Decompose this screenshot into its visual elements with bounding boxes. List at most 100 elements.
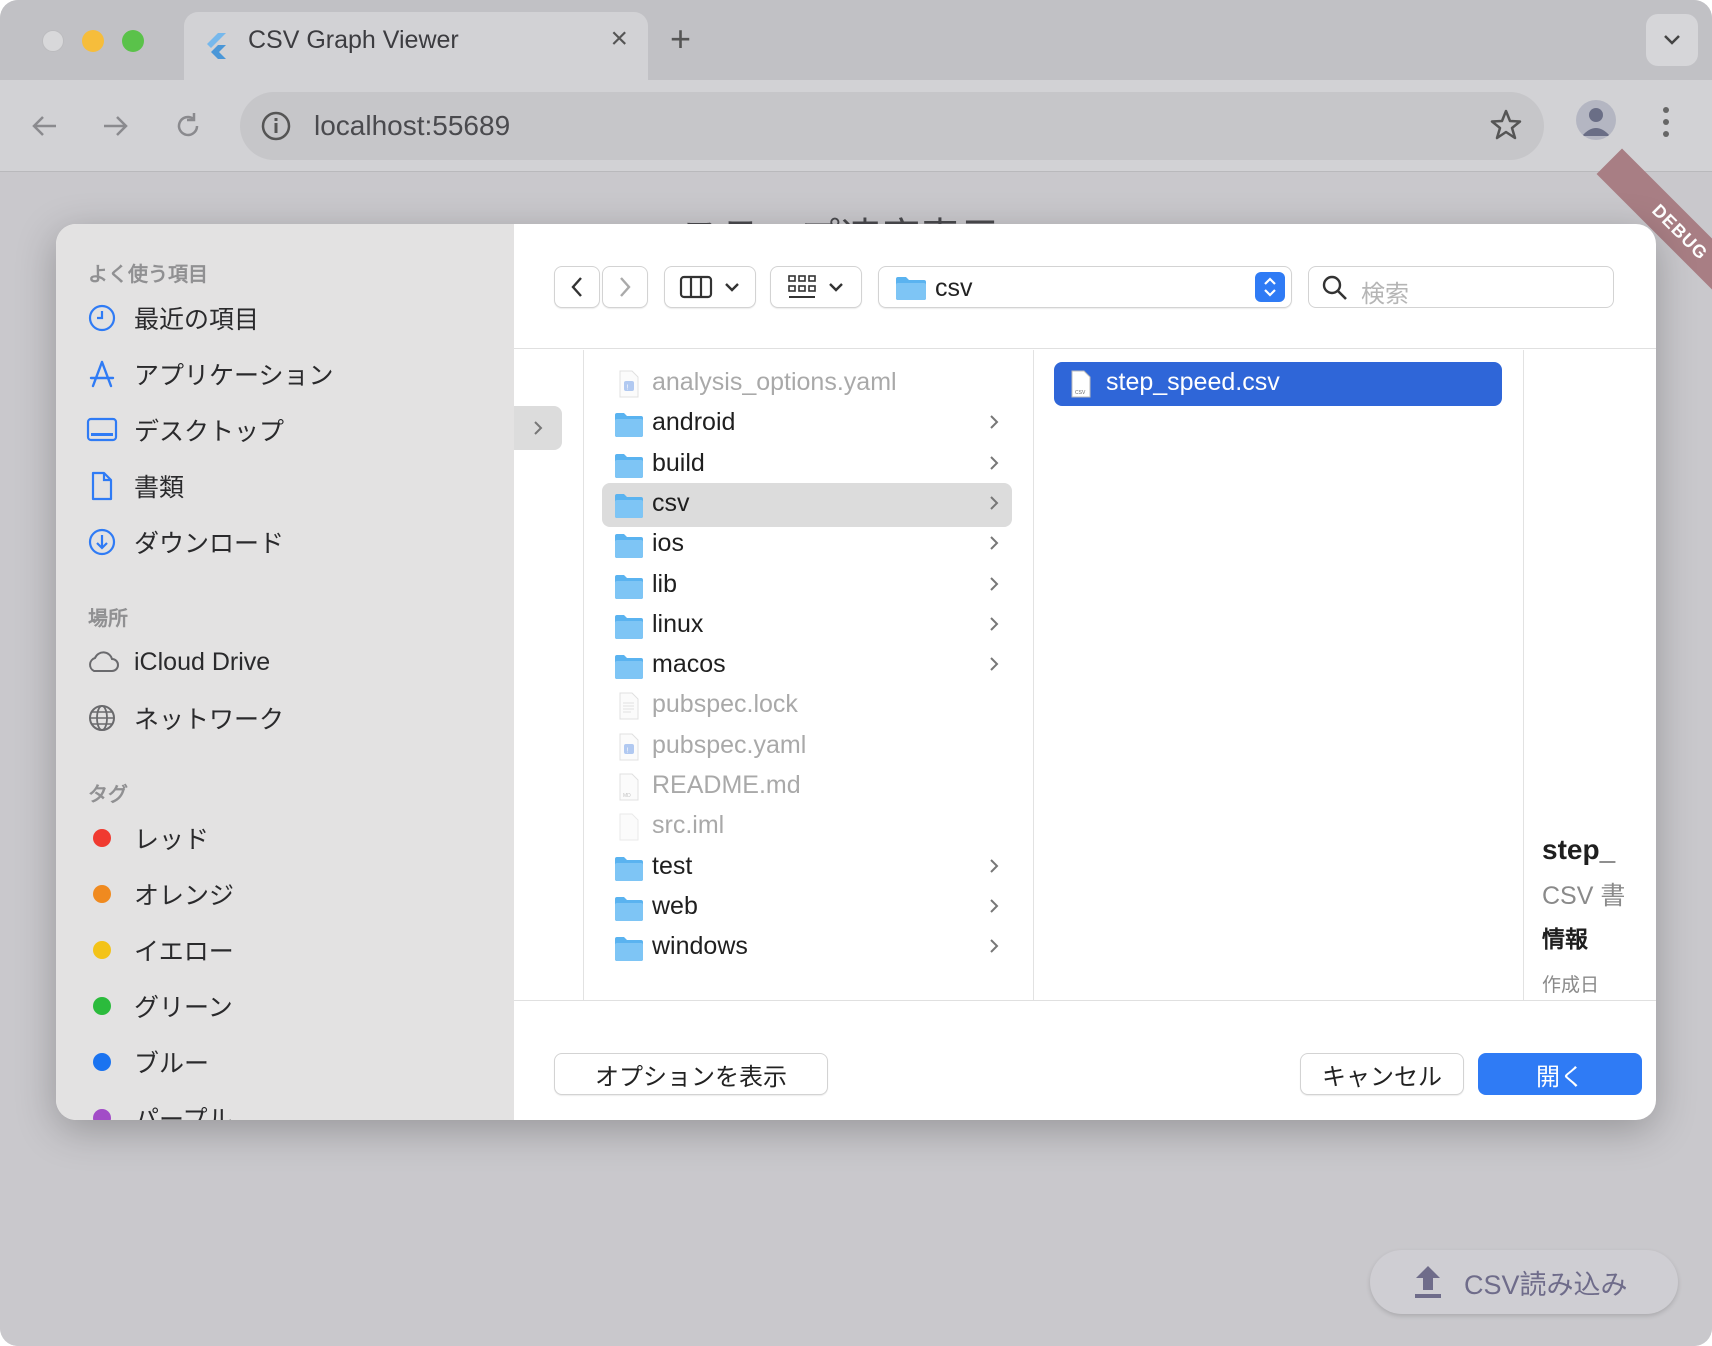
sidebar-tag-green[interactable]: グリーン [84, 982, 494, 1030]
folder-row-windows[interactable]: windows [602, 926, 1012, 970]
chevron-right-icon [534, 421, 543, 435]
tag-color-dot [84, 932, 120, 968]
folder-row-test[interactable]: test [602, 846, 1012, 890]
nav-back-button[interactable] [554, 266, 600, 308]
chevron-right-icon [988, 533, 1000, 558]
folder-row-ios[interactable]: ios [602, 523, 1012, 567]
chevron-right-icon [988, 936, 1000, 961]
tab-close-icon[interactable]: × [610, 22, 628, 56]
sidebar-item-recents[interactable]: 最近の項目 [84, 294, 494, 342]
folder-icon [614, 409, 644, 439]
markdown-file-icon: MD [614, 772, 644, 802]
item-name: src.iml [652, 811, 725, 840]
tags-header: タグ [88, 784, 128, 806]
search-placeholder: 検索 [1361, 281, 1409, 308]
url-text[interactable]: localhost:55689 [314, 110, 510, 142]
chevron-right-icon [988, 654, 1000, 679]
chevron-down-icon [829, 283, 843, 292]
reload-icon [177, 113, 199, 137]
forward-button[interactable] [96, 106, 136, 146]
file-row-step-speed[interactable]: CSV step_speed.csv [1054, 362, 1502, 406]
nav-forward-button[interactable] [602, 266, 648, 308]
sidebar-item-label: アプリケーション [134, 362, 334, 390]
chevron-right-icon [988, 896, 1000, 921]
item-name: macos [652, 650, 726, 679]
sidebar-item-documents[interactable]: 書類 [84, 462, 494, 510]
sidebar-tag-orange[interactable]: オレンジ [84, 870, 494, 918]
location-popup[interactable]: csv [878, 266, 1292, 308]
dialog-toolbar: csv 検索 [514, 224, 1656, 349]
sidebar-item-label: グリーン [134, 994, 233, 1022]
tab-search-button[interactable] [1646, 14, 1698, 66]
file-row-readme-md: MD README.md [602, 765, 1012, 809]
tab-title: CSV Graph Viewer [248, 26, 459, 54]
tag-color-dot [84, 1044, 120, 1080]
folder-row-web[interactable]: web [602, 886, 1012, 930]
item-name: pubspec.lock [652, 690, 798, 719]
yaml-file-icon: ! [614, 732, 644, 762]
svg-text:MD: MD [623, 793, 631, 799]
parent-selected-row[interactable] [514, 406, 562, 450]
window-minimize-button[interactable] [82, 30, 104, 52]
svg-text:!: ! [627, 385, 629, 392]
sidebar-tag-yellow[interactable]: イエロー [84, 926, 494, 974]
column-browser: ! analysis_options.yaml android build csv ios… [514, 350, 1656, 1000]
folder-row-csv[interactable]: csv [602, 482, 1012, 527]
item-name: build [652, 448, 705, 477]
new-tab-icon[interactable]: + [670, 18, 691, 60]
view-mode-button[interactable] [664, 266, 756, 308]
browser-window: CSV Graph Viewer × + localhost:55689 ステッ… [0, 0, 1712, 1346]
sidebar-item-downloads[interactable]: ダウンロード [84, 518, 494, 566]
address-bar[interactable]: localhost:55689 [240, 92, 1544, 160]
sidebar-item-icloud-drive[interactable]: iCloud Drive [84, 638, 494, 686]
search-input[interactable]: 検索 [1308, 266, 1614, 308]
item-name: test [652, 851, 693, 880]
item-name: ios [652, 529, 684, 558]
folder-row-android[interactable]: android [602, 402, 1012, 446]
cloud-icon [84, 644, 120, 680]
cancel-button[interactable]: キャンセル [1300, 1053, 1464, 1095]
reload-button[interactable] [168, 106, 208, 146]
folder-icon [614, 933, 644, 963]
dialog-main: csv 検索 ! analysis_options.yaml android buil [514, 224, 1656, 1120]
flutter-logo-icon [207, 33, 226, 59]
tag-color-dot [84, 1100, 120, 1120]
sidebar-item-label: パープル [134, 1106, 233, 1120]
window-zoom-button[interactable] [122, 30, 144, 52]
sidebar-item-label: イエロー [134, 938, 234, 966]
sidebar-tag-blue[interactable]: ブルー [84, 1038, 494, 1086]
folder-row-linux[interactable]: linux [602, 604, 1012, 648]
bookmark-star-icon[interactable] [1488, 107, 1524, 143]
item-name: linux [652, 609, 704, 638]
clock-icon [84, 300, 120, 336]
group-mode-button[interactable] [770, 266, 862, 308]
more-menu-icon[interactable] [1658, 102, 1674, 142]
svg-text:CSV: CSV [1075, 390, 1086, 396]
folder-icon [614, 530, 644, 560]
sidebar-item-network[interactable]: ネットワーク [84, 694, 494, 742]
open-button[interactable]: 開く [1478, 1053, 1642, 1095]
item-name: web [652, 891, 698, 920]
show-options-button[interactable]: オプションを表示 [554, 1053, 828, 1095]
folder-row-build[interactable]: build [602, 443, 1012, 487]
site-info-icon[interactable] [258, 108, 294, 144]
csv-folder-column: CSV step_speed.csv [1034, 350, 1524, 1000]
sidebar-item-label: レッド [134, 826, 210, 854]
back-button[interactable] [24, 106, 64, 146]
csv-import-button[interactable]: CSV読み込み [1370, 1250, 1678, 1314]
folder-row-macos[interactable]: macos [602, 644, 1012, 688]
sidebar-item-applications[interactable]: アプリケーション [84, 350, 494, 398]
search-icon [1322, 275, 1347, 300]
browser-toolbar: localhost:55689 [0, 80, 1712, 172]
folder-icon [614, 571, 644, 601]
sidebar-tag-red[interactable]: レッド [84, 814, 494, 862]
profile-avatar-button[interactable] [1576, 100, 1616, 140]
network-globe-icon [84, 700, 120, 736]
browser-tab[interactable]: CSV Graph Viewer × [184, 12, 648, 80]
window-close-button[interactable] [42, 30, 64, 52]
sidebar-tag-purple[interactable]: パープル [84, 1094, 494, 1120]
csv-import-label: CSV読み込み [1464, 1269, 1628, 1300]
folder-icon [614, 853, 644, 883]
sidebar-item-desktop[interactable]: デスクトップ [84, 406, 494, 454]
folder-row-lib[interactable]: lib [602, 564, 1012, 608]
